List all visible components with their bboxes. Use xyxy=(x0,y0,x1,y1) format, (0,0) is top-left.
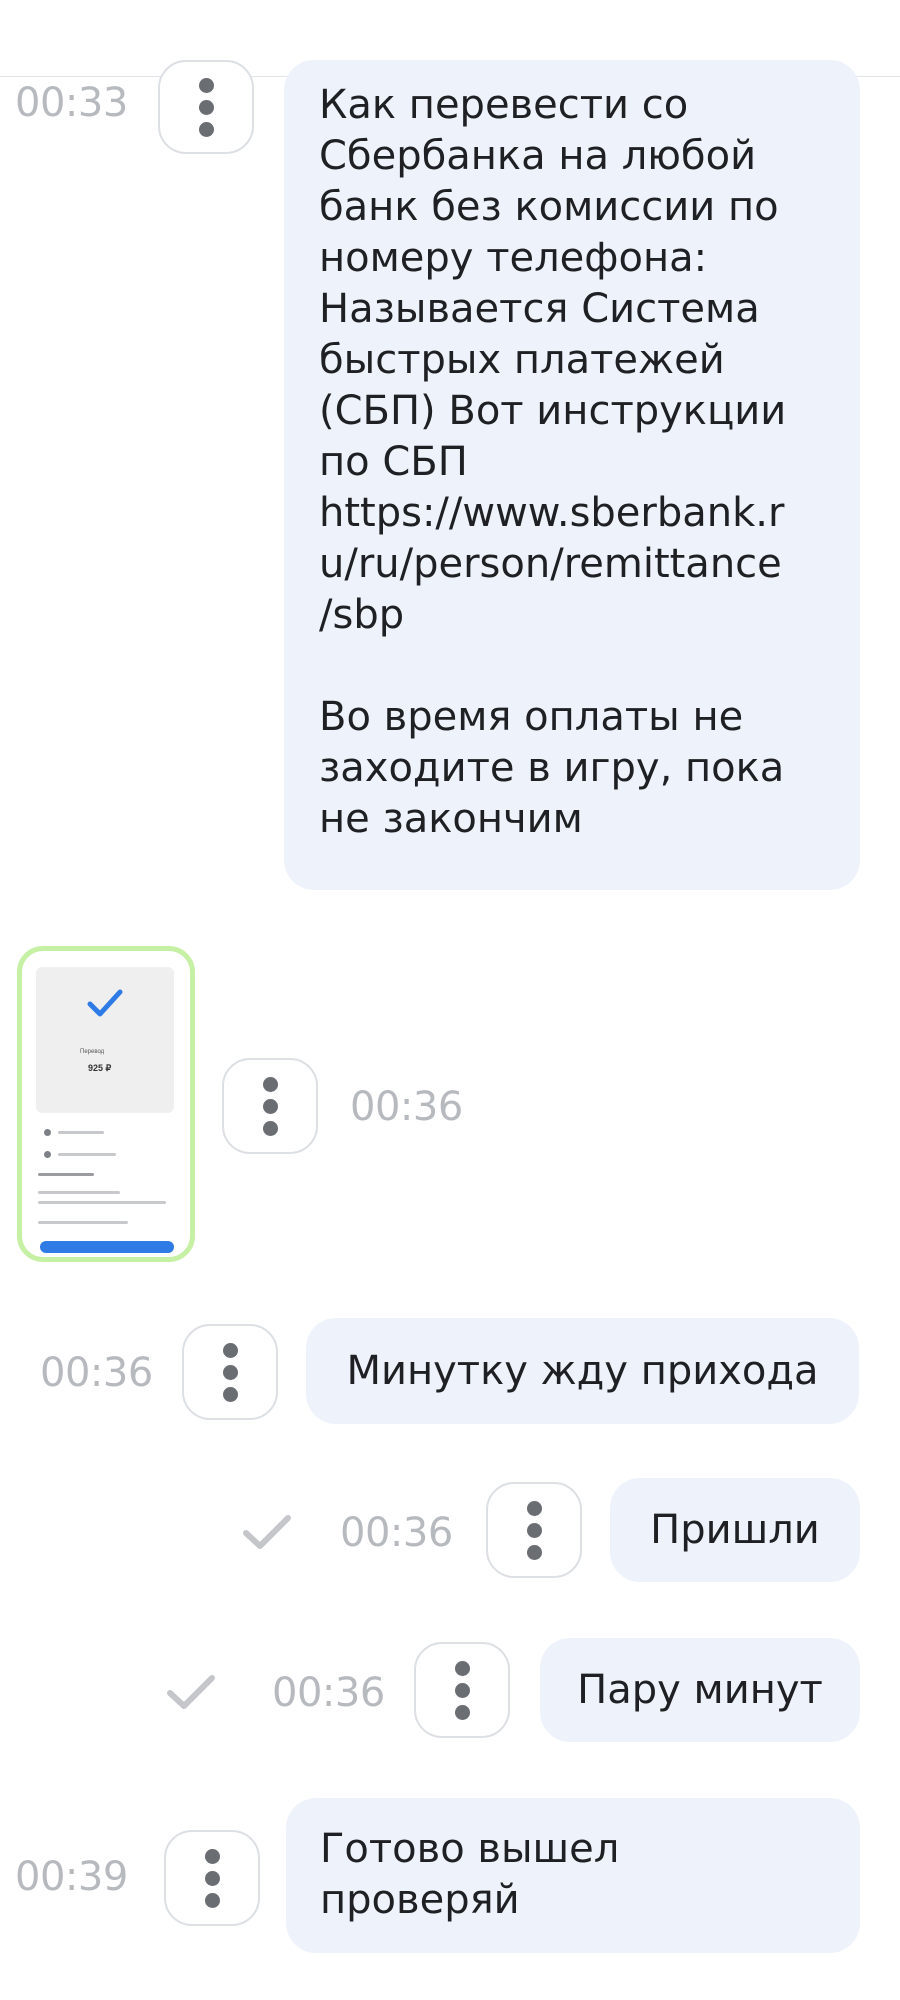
check-icon xyxy=(167,1675,215,1709)
message-time: 00:39 xyxy=(15,1854,128,1900)
receipt-label: Перевод xyxy=(80,1049,105,1055)
more-vertical-icon xyxy=(262,1076,278,1092)
receipt-card: Перевод 925 ₽ xyxy=(36,967,174,1113)
message-menu-button[interactable] xyxy=(164,1830,260,1926)
more-vertical-icon xyxy=(526,1500,542,1516)
more-vertical-icon xyxy=(198,77,214,93)
message-bubble[interactable]: Минутку жду прихода xyxy=(306,1318,859,1424)
message-bubble[interactable]: Пришли xyxy=(610,1478,860,1582)
message-time: 00:36 xyxy=(350,1084,463,1130)
message-bubble[interactable]: Готово вышел проверяй xyxy=(286,1798,860,1953)
message-menu-button[interactable] xyxy=(182,1324,278,1420)
more-vertical-icon xyxy=(222,1342,238,1358)
receipt-amount: 925 ₽ xyxy=(88,1063,112,1073)
message-bubble[interactable]: Как перевести со Сбербанка на любой банк… xyxy=(284,60,860,890)
check-icon xyxy=(243,1515,291,1549)
more-vertical-icon xyxy=(454,1660,470,1676)
message-menu-button[interactable] xyxy=(222,1058,318,1154)
message-time: 00:36 xyxy=(272,1670,385,1716)
message-time: 00:33 xyxy=(15,80,128,126)
message-time: 00:36 xyxy=(40,1350,153,1396)
payment-screenshot-thumbnail[interactable]: Перевод 925 ₽ xyxy=(17,946,195,1262)
message-menu-button[interactable] xyxy=(486,1482,582,1578)
message-time: 00:36 xyxy=(340,1510,453,1556)
thumbnail-button xyxy=(40,1241,174,1253)
message-bubble[interactable]: Пару минут xyxy=(540,1638,860,1742)
message-menu-button[interactable] xyxy=(158,60,254,154)
more-vertical-icon xyxy=(204,1848,220,1864)
message-menu-button[interactable] xyxy=(414,1642,510,1738)
checkmark-icon xyxy=(87,989,123,1017)
